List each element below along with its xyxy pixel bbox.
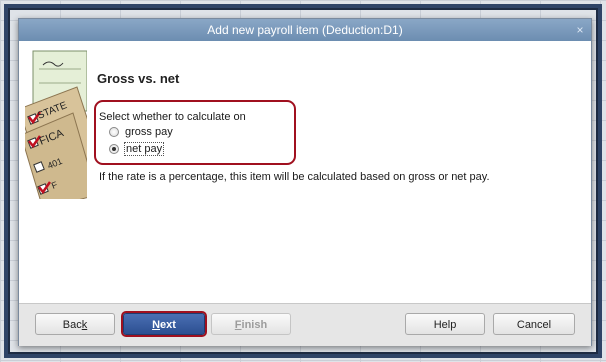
cancel-button[interactable]: Cancel <box>493 313 575 335</box>
radio-net-pay[interactable] <box>109 144 119 154</box>
next-label-key: N <box>152 319 161 331</box>
gross-pay-label[interactable]: gross pay <box>125 126 173 138</box>
page-title: Gross vs. net <box>97 71 180 86</box>
dialog-content: STATE FICA 401 F Gross vs. net Select wh… <box>19 41 591 303</box>
net-pay-label[interactable]: net pay <box>123 142 165 156</box>
back-label-key: k <box>81 319 88 331</box>
net-pay-option[interactable]: net pay <box>109 142 165 156</box>
button-bar: Back Next Finish Help Cancel <box>19 303 591 346</box>
next-button[interactable]: Next <box>123 313 205 335</box>
finish-label-post: inish <box>241 319 268 331</box>
help-button[interactable]: Help <box>405 313 485 335</box>
gross-pay-option[interactable]: gross pay <box>109 125 173 139</box>
payroll-item-dialog: Add new payroll item (Deduction:D1) × ST… <box>18 18 592 346</box>
back-label-pre: Bac <box>62 319 82 331</box>
back-button[interactable]: Back <box>35 313 115 335</box>
dialog-titlebar: Add new payroll item (Deduction:D1) × <box>19 19 591 41</box>
payroll-forms-illustration: STATE FICA 401 F <box>25 49 87 199</box>
info-text: If the rate is a percentage, this item w… <box>99 171 490 183</box>
finish-button[interactable]: Finish <box>211 313 291 335</box>
finish-label-key: F <box>234 319 242 331</box>
dialog-title: Add new payroll item (Deduction:D1) <box>207 23 403 37</box>
calculate-on-label: Select whether to calculate on <box>99 111 246 123</box>
next-label-post: ext <box>160 319 176 331</box>
radio-gross-pay[interactable] <box>109 127 119 137</box>
close-icon[interactable]: × <box>573 19 587 41</box>
